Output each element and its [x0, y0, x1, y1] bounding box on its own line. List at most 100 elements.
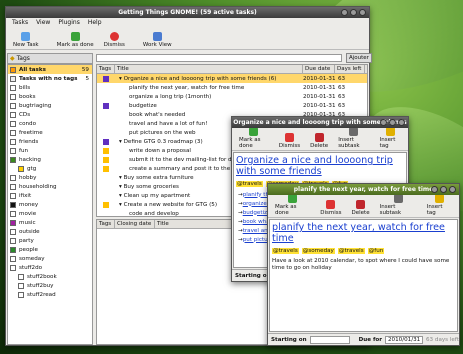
tag-item[interactable]: money — [8, 200, 92, 209]
insert-subtask-button[interactable]: Insert subtask — [377, 194, 420, 216]
maximize-button[interactable] — [350, 9, 357, 16]
tag-item[interactable]: fun — [8, 146, 92, 155]
col-days-left[interactable]: Days left — [335, 65, 365, 73]
search-field[interactable] — [96, 54, 342, 62]
tag-chip[interactable]: @someday — [301, 247, 335, 254]
tag-item[interactable]: stuff2buy — [8, 281, 92, 290]
task-row[interactable]: budgetize 2010-01-31 63 — [97, 101, 367, 110]
tag-chip[interactable]: @travels — [236, 180, 263, 187]
tag-item[interactable]: friends — [8, 137, 92, 146]
tag-item[interactable]: music — [8, 218, 92, 227]
tag-item[interactable]: outside — [8, 227, 92, 236]
tag-item[interactable]: CDs — [8, 110, 92, 119]
tag-chip[interactable]: @travels — [272, 247, 299, 254]
tag-color-swatch — [10, 75, 16, 82]
button-label: Dismiss — [278, 143, 301, 149]
tag-item[interactable]: hobby — [8, 173, 92, 182]
minimize-button[interactable] — [380, 119, 387, 126]
task-title[interactable]: planify the next year, watch for free ti… — [270, 220, 457, 246]
tag-item[interactable]: movie — [8, 209, 92, 218]
close-button[interactable] — [449, 186, 456, 193]
editor1-titlebar[interactable]: Organize a nice and loooong trip with so… — [232, 117, 408, 128]
mark-done-button[interactable]: Mark as done — [272, 194, 313, 216]
col-title[interactable]: Title — [115, 65, 303, 73]
close-button[interactable] — [359, 9, 366, 16]
menu-view[interactable]: View — [36, 19, 50, 26]
tag-item[interactable]: bills — [8, 83, 92, 92]
task-tag-color — [103, 193, 109, 199]
tag-label: stuff2book — [27, 273, 57, 280]
tag-item[interactable]: All tasks 59 — [8, 65, 92, 74]
col-closed-tags[interactable]: Tags — [97, 220, 115, 228]
add-button[interactable]: Ajouter — [346, 53, 372, 63]
tag-label: hobby — [19, 174, 37, 181]
editor1-toolbar: Mark as done Dismiss Delete Insert subtask I… — [232, 127, 408, 151]
button-label: Insert subtask — [379, 204, 402, 216]
tag-chip[interactable]: @travels — [337, 247, 365, 254]
main-titlebar[interactable]: Getting Things GNOME! (59 active tasks) — [6, 7, 369, 18]
tag-item[interactable]: stuff2read — [8, 290, 92, 299]
tag-item[interactable]: householding — [8, 182, 92, 191]
tag-chip[interactable]: @fun — [367, 247, 385, 254]
tag-color-swatch — [10, 102, 16, 109]
maximize-button[interactable] — [389, 119, 396, 126]
menu-help[interactable]: Help — [88, 19, 102, 26]
tag-item[interactable]: condo — [8, 119, 92, 128]
insert-subtask-button[interactable]: Insert subtask — [335, 127, 372, 149]
tasks-header: Tags Title Due date Days left — [97, 65, 367, 74]
mark-done-button[interactable]: Mark as done — [54, 32, 97, 48]
button-label: Delete — [310, 143, 329, 149]
dismiss-button[interactable]: Dismiss — [101, 32, 128, 48]
tag-color-swatch — [10, 66, 16, 73]
task-row[interactable]: planify the next year, watch for free ti… — [97, 83, 367, 92]
col-closing-date[interactable]: Closing date — [115, 220, 155, 228]
insert-tag-button[interactable]: Insert tag — [424, 194, 455, 216]
due-date-field[interactable]: 2010/01/31 — [385, 335, 423, 344]
editor2-titlebar[interactable]: planify the next year, watch for free ti… — [268, 184, 459, 195]
close-button[interactable] — [398, 119, 405, 126]
tag-item[interactable]: stuff2book — [8, 272, 92, 281]
tag-item[interactable]: ifixit — [8, 191, 92, 200]
task-row[interactable]: organize a long trip (1month) 2010-01-31 6… — [97, 92, 367, 101]
mark-done-button[interactable]: Mark as done — [236, 127, 272, 149]
insert-tag-button[interactable]: Insert tag — [377, 127, 404, 149]
task-title[interactable]: Organize a nice and loooong trip with so… — [234, 153, 406, 179]
task-description[interactable]: Have a look at 2010 calendar, to spot wh… — [270, 255, 457, 275]
tag-item[interactable]: gtg — [8, 164, 92, 173]
tag-item[interactable]: people — [8, 245, 92, 254]
tag-item[interactable]: stuff2do — [8, 263, 92, 272]
starting-label: Starting on — [271, 336, 307, 343]
col-tags[interactable]: Tags — [97, 65, 115, 73]
start-date-field[interactable] — [309, 335, 350, 344]
new-task-button[interactable]: New Task — [10, 32, 42, 48]
window-title: Getting Things GNOME! (59 active tasks) — [118, 9, 257, 16]
tag-item[interactable]: party — [8, 236, 92, 245]
work-view-button[interactable]: Work View — [140, 32, 175, 48]
delete-button[interactable]: Delete — [307, 133, 331, 149]
tag-item[interactable]: books — [8, 92, 92, 101]
minimize-button[interactable] — [341, 9, 348, 16]
tag-label: friends — [19, 138, 39, 145]
task-row[interactable]: ▾ Organize a nice and loooong trip with … — [97, 74, 367, 83]
dismiss-icon — [284, 133, 294, 142]
menu-tasks[interactable]: Tasks — [12, 19, 28, 26]
tags-tab[interactable]: ◆ Tags — [7, 53, 93, 64]
tag-color-swatch — [10, 111, 16, 118]
tag-color-swatch — [10, 228, 16, 235]
maximize-button[interactable] — [440, 186, 447, 193]
delete-button[interactable]: Delete — [349, 200, 373, 216]
col-due[interactable]: Due date — [303, 65, 335, 73]
editor2-body[interactable]: planify the next year, watch for free ti… — [269, 219, 458, 332]
tag-color-swatch — [18, 273, 24, 280]
tag-item[interactable]: freetime — [8, 128, 92, 137]
dismiss-button[interactable]: Dismiss — [276, 133, 303, 149]
dismiss-button[interactable]: Dismiss — [317, 200, 344, 216]
tag-color-swatch — [10, 246, 16, 253]
starting-label: Starting on — [235, 272, 271, 279]
tag-item[interactable]: someday — [8, 254, 92, 263]
minimize-button[interactable] — [431, 186, 438, 193]
menu-plugins[interactable]: Plugins — [58, 19, 80, 26]
tag-item[interactable]: bugtriaging — [8, 101, 92, 110]
tag-item[interactable]: Tasks with no tags 5 — [8, 74, 92, 83]
tag-item[interactable]: hacking — [8, 155, 92, 164]
